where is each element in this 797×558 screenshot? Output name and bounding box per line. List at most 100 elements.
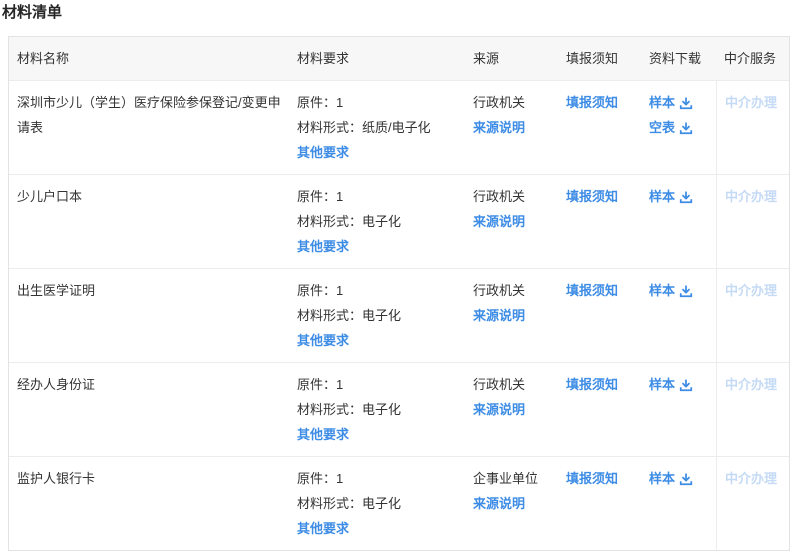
download-label: 空表: [649, 120, 676, 135]
downloads-cell: 样本: [641, 269, 716, 362]
download-icon: [679, 379, 693, 391]
source-text: 行政机关: [473, 377, 526, 392]
download-label: 样本: [649, 283, 676, 298]
material-form: 材料形式：电子化: [297, 496, 402, 511]
materials-table: 材料名称 材料要求 来源 填报须知 资料下载 中介服务 深圳市少儿（学生）医疗保…: [8, 36, 790, 551]
original-count: 原件：1: [297, 471, 344, 486]
material-form: 材料形式：电子化: [297, 402, 402, 417]
filing-notice-cell: 填报须知: [558, 175, 641, 268]
agency-service-link[interactable]: 中介办理: [725, 283, 777, 298]
source-text: 行政机关: [473, 189, 526, 204]
downloads-cell: 样本: [641, 175, 716, 268]
table-row: 监护人银行卡 原件：1 材料形式：电子化 其他要求 企事业单位 来源说明 填报须…: [9, 456, 789, 550]
download-label: 样本: [649, 189, 676, 204]
original-count: 原件：1: [297, 377, 344, 392]
download-icon: [679, 191, 693, 203]
agency-service-link[interactable]: 中介办理: [725, 471, 777, 486]
material-name-cell: 深圳市少儿（学生）医疗保险参保登记/变更申请表: [9, 81, 289, 174]
other-requirements-link[interactable]: 其他要求: [297, 328, 457, 353]
table-row: 深圳市少儿（学生）医疗保险参保登记/变更申请表 原件：1 材料形式：纸质/电子化…: [9, 80, 789, 174]
agency-service-cell: 中介办理: [716, 363, 789, 456]
source-text: 行政机关: [473, 283, 526, 298]
download-label: 样本: [649, 471, 676, 486]
other-requirements-link[interactable]: 其他要求: [297, 140, 457, 165]
column-header-source: 来源: [473, 51, 500, 66]
original-count: 原件：1: [297, 283, 344, 298]
column-header-agency-service: 中介服务: [724, 51, 777, 66]
other-requirements-link[interactable]: 其他要求: [297, 234, 457, 259]
download-link[interactable]: 样本: [649, 466, 708, 491]
source-description-link[interactable]: 来源说明: [473, 491, 550, 516]
source-text: 行政机关: [473, 95, 526, 110]
download-icon: [679, 473, 693, 485]
material-name: 经办人身份证: [17, 377, 96, 392]
filing-notice-link[interactable]: 填报须知: [566, 372, 633, 397]
agency-service-link[interactable]: 中介办理: [725, 189, 777, 204]
materials-page: 材料清单 材料名称 材料要求 来源 填报须知 资料下载 中介服务 深圳市少儿（学…: [0, 0, 797, 558]
download-link[interactable]: 样本: [649, 278, 708, 303]
material-requirements-cell: 原件：1 材料形式：电子化 其他要求: [289, 457, 465, 550]
original-count: 原件：1: [297, 189, 344, 204]
agency-service-cell: 中介办理: [716, 81, 789, 174]
download-link[interactable]: 样本: [649, 184, 708, 209]
download-icon: [679, 97, 693, 109]
material-name: 监护人银行卡: [17, 471, 96, 486]
material-form: 材料形式：电子化: [297, 214, 402, 229]
download-label: 样本: [649, 95, 676, 110]
source-description-link[interactable]: 来源说明: [473, 209, 550, 234]
agency-service-link[interactable]: 中介办理: [725, 377, 777, 392]
filing-notice-cell: 填报须知: [558, 81, 641, 174]
source-description-link[interactable]: 来源说明: [473, 303, 550, 328]
page-title: 材料清单: [2, 4, 63, 21]
material-requirements-cell: 原件：1 材料形式：电子化 其他要求: [289, 175, 465, 268]
material-form: 材料形式：纸质/电子化: [297, 120, 431, 135]
column-header-downloads: 资料下载: [649, 51, 702, 66]
material-name: 少儿户口本: [17, 189, 83, 204]
table-row: 经办人身份证 原件：1 材料形式：电子化 其他要求 行政机关 来源说明 填报须知…: [9, 362, 789, 456]
material-name-cell: 监护人银行卡: [9, 457, 289, 550]
material-form: 材料形式：电子化: [297, 308, 402, 323]
source-cell: 行政机关 来源说明: [465, 175, 558, 268]
source-text: 企事业单位: [473, 471, 539, 486]
source-description-link[interactable]: 来源说明: [473, 115, 550, 140]
download-link[interactable]: 样本: [649, 372, 708, 397]
original-count: 原件：1: [297, 95, 344, 110]
source-cell: 行政机关 来源说明: [465, 363, 558, 456]
column-header-filing-notice: 填报须知: [566, 51, 619, 66]
download-label: 样本: [649, 377, 676, 392]
material-requirements-cell: 原件：1 材料形式：纸质/电子化 其他要求: [289, 81, 465, 174]
other-requirements-link[interactable]: 其他要求: [297, 422, 457, 447]
source-cell: 企事业单位 来源说明: [465, 457, 558, 550]
downloads-cell: 样本: [641, 363, 716, 456]
material-name-cell: 出生医学证明: [9, 269, 289, 362]
filing-notice-link[interactable]: 填报须知: [566, 278, 633, 303]
material-name: 深圳市少儿（学生）医疗保险参保登记/变更申请表: [17, 95, 281, 135]
filing-notice-cell: 填报须知: [558, 363, 641, 456]
agency-service-cell: 中介办理: [716, 269, 789, 362]
material-name-cell: 少儿户口本: [9, 175, 289, 268]
filing-notice-cell: 填报须知: [558, 457, 641, 550]
material-name-cell: 经办人身份证: [9, 363, 289, 456]
agency-service-cell: 中介办理: [716, 457, 789, 550]
table-body: 深圳市少儿（学生）医疗保险参保登记/变更申请表 原件：1 材料形式：纸质/电子化…: [9, 80, 789, 550]
filing-notice-link[interactable]: 填报须知: [566, 184, 633, 209]
table-row: 出生医学证明 原件：1 材料形式：电子化 其他要求 行政机关 来源说明 填报须知…: [9, 268, 789, 362]
material-requirements-cell: 原件：1 材料形式：电子化 其他要求: [289, 363, 465, 456]
downloads-cell: 样本 空表: [641, 81, 716, 174]
source-description-link[interactable]: 来源说明: [473, 397, 550, 422]
material-name: 出生医学证明: [17, 283, 96, 298]
filing-notice-link[interactable]: 填报须知: [566, 90, 633, 115]
downloads-cell: 样本: [641, 457, 716, 550]
download-link[interactable]: 样本: [649, 90, 708, 115]
source-cell: 行政机关 来源说明: [465, 269, 558, 362]
agency-service-cell: 中介办理: [716, 175, 789, 268]
table-header-row: 材料名称 材料要求 来源 填报须知 资料下载 中介服务: [9, 37, 789, 80]
other-requirements-link[interactable]: 其他要求: [297, 516, 457, 541]
column-header-material-requirements: 材料要求: [297, 51, 350, 66]
download-link[interactable]: 空表: [649, 115, 708, 140]
table-row: 少儿户口本 原件：1 材料形式：电子化 其他要求 行政机关 来源说明 填报须知 …: [9, 174, 789, 268]
agency-service-link[interactable]: 中介办理: [725, 95, 777, 110]
filing-notice-cell: 填报须知: [558, 269, 641, 362]
column-header-material-name: 材料名称: [17, 51, 70, 66]
filing-notice-link[interactable]: 填报须知: [566, 466, 633, 491]
